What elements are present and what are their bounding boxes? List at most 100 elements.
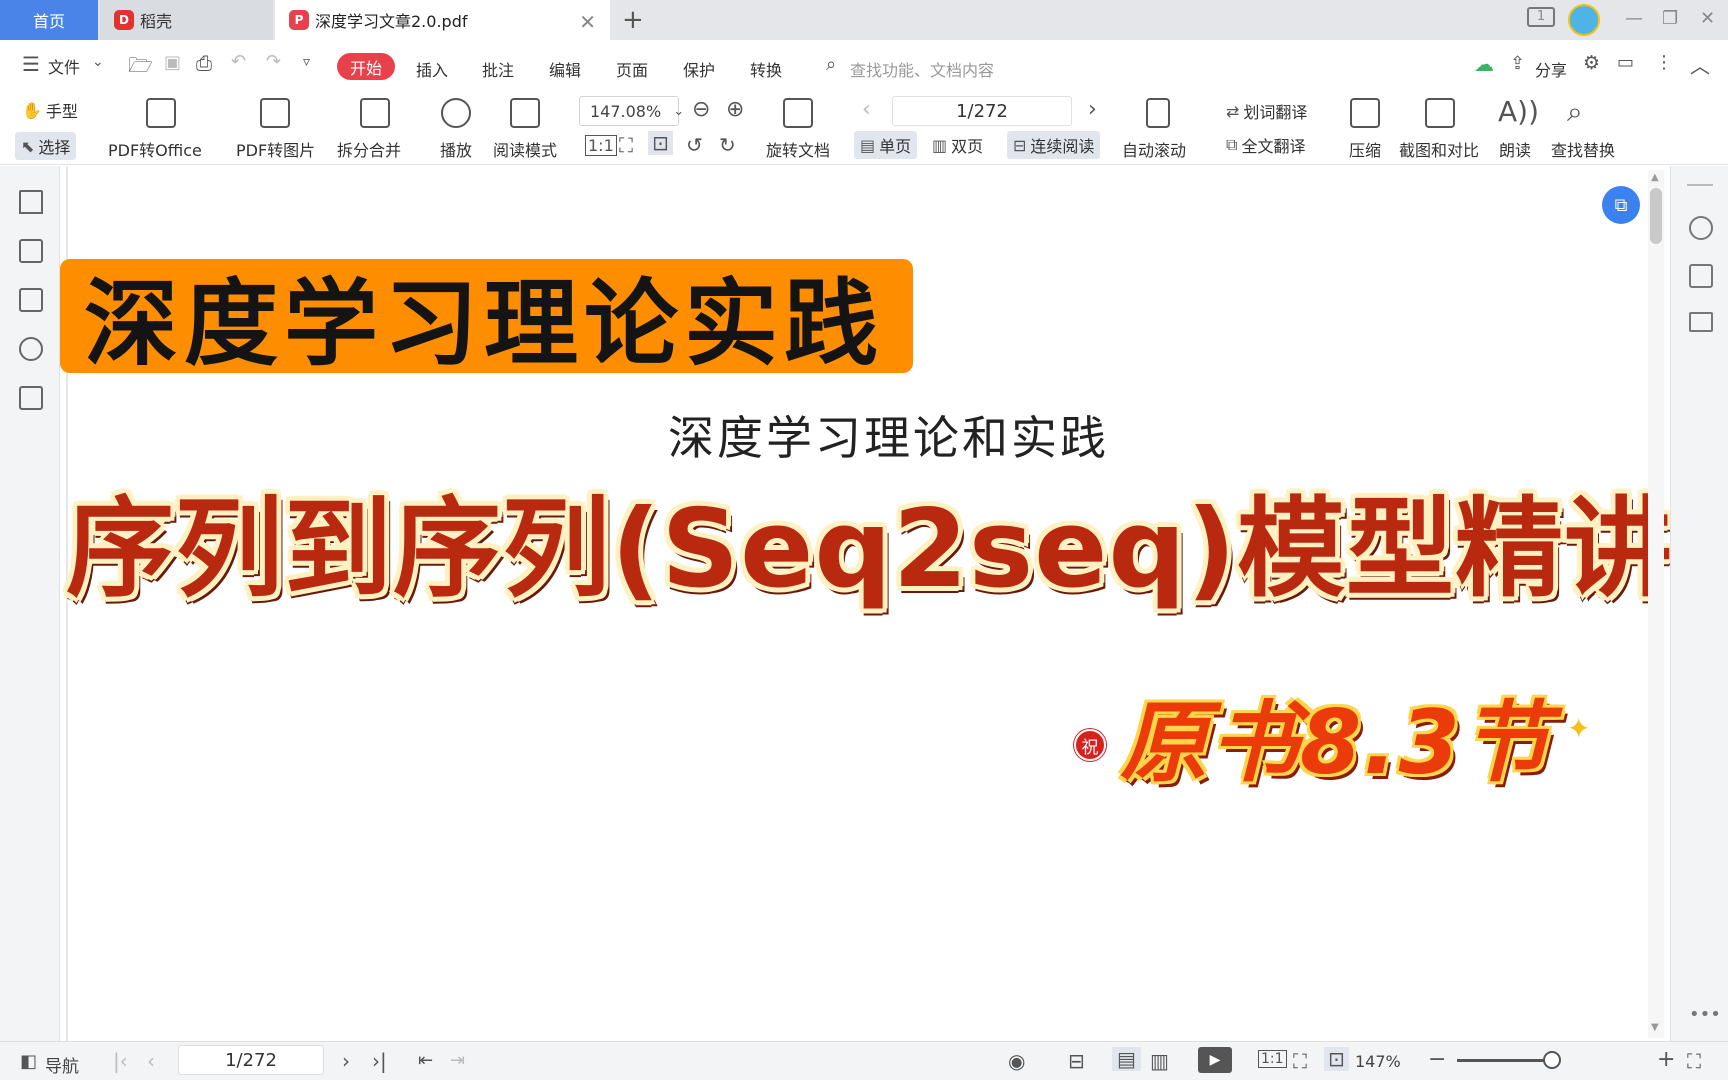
menu-protect[interactable]: 保护 (683, 57, 715, 81)
save-icon[interactable]: ▣ (164, 52, 181, 73)
menu-file[interactable]: 文件 (48, 54, 80, 78)
play-button[interactable]: 播放 (440, 137, 472, 161)
fullscreen-icon[interactable]: ⛶ (1687, 1049, 1701, 1073)
page-number-input[interactable]: 1/272 (892, 96, 1072, 126)
continuous-reading-button[interactable]: ⊟ 连续阅读 (1007, 131, 1101, 159)
tab-home[interactable]: 首页 (0, 0, 98, 40)
more-vertical-icon[interactable]: ⋮ (1655, 52, 1673, 73)
tab-pdf-document[interactable]: P 深度学习文章2.0.pdf ✕ (275, 0, 610, 40)
undo-icon[interactable]: ↶ (231, 51, 246, 72)
read-mode-button[interactable]: 阅读模式 (493, 137, 557, 161)
signature-icon[interactable] (19, 386, 43, 410)
redo-icon[interactable]: ↷ (266, 51, 281, 72)
bookmark-icon[interactable] (19, 190, 43, 214)
scrollbar-thumb[interactable] (1650, 188, 1662, 244)
print-icon[interactable]: ⎙ (196, 51, 212, 75)
scroll-up-arrow-icon[interactable]: ▲ (1651, 172, 1659, 183)
menu-convert[interactable]: 转换 (750, 57, 782, 81)
ai-search-icon[interactable] (1689, 216, 1713, 240)
avatar[interactable] (1568, 4, 1600, 36)
single-page-button[interactable]: ▤ 单页 (854, 131, 918, 159)
prev-page-icon[interactable]: ‹ (147, 1049, 155, 1073)
rotate-document-button[interactable]: 旋转文档 (766, 137, 830, 161)
window-count-icon[interactable]: 1 (1527, 7, 1555, 27)
status-zoom-value[interactable]: 147% (1355, 1052, 1401, 1071)
status-page-input[interactable]: 1/272 (178, 1045, 324, 1075)
navigation-toggle[interactable]: 导航 (45, 1052, 79, 1077)
zoom-in-icon[interactable]: ⊕ (726, 97, 744, 122)
menu-start[interactable]: 开始 (337, 53, 395, 80)
rotate-right-icon[interactable]: ↻ (719, 133, 736, 157)
zoom-slider[interactable] (1457, 1059, 1557, 1062)
zoom-in-plus-icon[interactable]: + (1657, 1047, 1675, 1072)
cursor-arrow-icon: ⬉ (21, 136, 35, 156)
compress-button[interactable]: 压缩 (1349, 137, 1381, 161)
auto-scroll-button[interactable]: 自动滚动 (1122, 137, 1186, 161)
chevron-down-icon[interactable]: ⌄ (92, 54, 104, 70)
menu-page[interactable]: 页面 (616, 57, 648, 81)
restore-button[interactable]: ❐ (1662, 8, 1678, 29)
close-window-button[interactable]: ✕ (1700, 8, 1715, 29)
screenshot-compare-button[interactable]: 截图和对比 (1399, 137, 1479, 161)
new-tab-button[interactable]: + (622, 5, 644, 35)
fit-page-icon[interactable]: ⛶ (619, 133, 633, 157)
adjust-settings-icon[interactable] (1689, 312, 1713, 332)
share-button[interactable]: 分享 (1535, 57, 1567, 81)
last-page-icon[interactable]: ›| (372, 1049, 387, 1073)
forward-view-icon[interactable]: ⇥ (450, 1050, 465, 1071)
comment-panel-icon[interactable] (19, 288, 43, 312)
single-page-view-icon[interactable]: ▤ (1112, 1047, 1141, 1071)
scroll-down-arrow-icon[interactable]: ▼ (1651, 1022, 1659, 1033)
tab-daoke[interactable]: D 稻壳 (100, 0, 273, 40)
rotate-left-icon[interactable]: ↺ (686, 133, 703, 157)
menu-annotate[interactable]: 批注 (482, 57, 514, 81)
zoom-out-minus-icon[interactable]: − (1428, 1047, 1446, 1072)
pdf-to-image-button[interactable]: PDF转图片 (236, 137, 315, 161)
select-tool-button[interactable]: ⬉ 选择 (15, 132, 77, 160)
split-merge-button[interactable]: 拆分合并 (337, 137, 401, 161)
collapse-ribbon-icon[interactable]: ︿ (1690, 50, 1710, 79)
open-folder-icon[interactable]: 🗁 (128, 51, 153, 85)
cloud-sync-icon[interactable]: ☁ (1474, 52, 1494, 76)
read-aloud-button[interactable]: 朗读 (1499, 137, 1531, 161)
hand-tool-button[interactable]: ✋ 手型 (18, 96, 82, 124)
settings-gear-icon[interactable]: ⚙ (1583, 52, 1600, 74)
menu-edit[interactable]: 编辑 (549, 57, 581, 81)
translate-panel-icon[interactable] (1689, 264, 1713, 288)
quick-access-dropdown-icon[interactable]: ▿ (303, 54, 310, 70)
thumbnail-icon[interactable] (19, 239, 43, 263)
menu-insert[interactable]: 插入 (416, 57, 448, 81)
zoom-input[interactable]: 147.08% ⌄ (579, 96, 684, 126)
back-view-icon[interactable]: ⇤ (418, 1050, 433, 1071)
full-translate-button[interactable]: ⧉ 全文翻译 (1226, 131, 1305, 159)
minimize-button[interactable]: — (1625, 8, 1643, 29)
more-horizontal-icon[interactable]: ••• (1689, 1004, 1721, 1025)
actual-size-status-icon[interactable]: 1:1 (1258, 1050, 1287, 1068)
word-translate-button[interactable]: ⇄ 划词翻译 (1226, 97, 1307, 125)
floating-tool-button[interactable]: ⧉ (1602, 186, 1640, 224)
fit-page-status-icon[interactable]: ⛶ (1293, 1049, 1307, 1073)
fit-width-icon[interactable]: ⊡ (648, 131, 673, 155)
first-page-icon[interactable]: |‹ (113, 1049, 128, 1073)
attachment-icon[interactable] (19, 337, 43, 361)
close-tab-icon[interactable]: ✕ (579, 10, 596, 34)
pdf-to-image-icon (260, 98, 290, 128)
actual-size-icon[interactable]: 1:1 (585, 135, 617, 156)
play-slideshow-icon[interactable]: ▶ (1198, 1047, 1232, 1073)
find-replace-button[interactable]: 查找替换 (1551, 137, 1615, 161)
zoom-slider-handle[interactable] (1543, 1051, 1561, 1069)
pdf-to-office-button[interactable]: PDF转Office (108, 137, 202, 161)
next-page-icon[interactable]: › (1088, 97, 1097, 122)
zoom-out-icon[interactable]: ⊖ (692, 97, 710, 122)
feature-search-input[interactable]: 查找功能、文档内容 (850, 57, 994, 81)
hamburger-menu-icon[interactable]: ☰ (22, 52, 40, 76)
double-page-button[interactable]: ▥ 双页 (928, 131, 987, 159)
vertical-scrollbar[interactable] (1648, 170, 1664, 1038)
fit-width-status-icon[interactable]: ⊡ (1324, 1047, 1349, 1071)
continuous-view-icon[interactable]: ⊟ (1068, 1049, 1085, 1073)
next-page-status-icon[interactable]: › (342, 1049, 350, 1073)
double-page-view-icon[interactable]: ▥ (1150, 1049, 1169, 1073)
comment-icon[interactable]: ▭ (1617, 52, 1634, 73)
previous-page-icon[interactable]: ‹ (862, 97, 871, 122)
eye-protection-icon[interactable]: ◉ (1008, 1049, 1025, 1073)
